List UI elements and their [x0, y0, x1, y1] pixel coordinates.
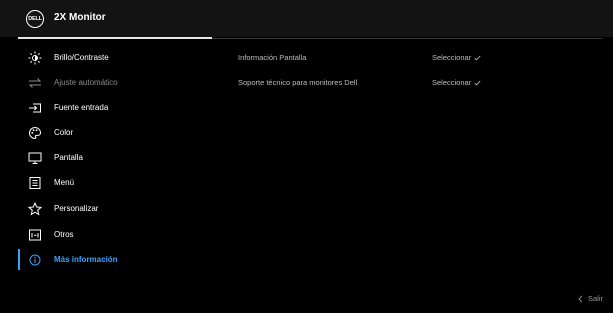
menu-item-label: Menú	[54, 178, 75, 187]
detail-row-dell-support[interactable]: Soporte técnico para monitores Dell Sele…	[238, 78, 588, 92]
menu-item-display[interactable]: Pantalla	[18, 145, 212, 170]
monitor-osd: DELL 2X Monitor Brillo/Contraste Ajuste …	[0, 0, 613, 313]
input-source-icon	[28, 101, 42, 115]
menu-icon	[28, 176, 42, 190]
exit-button[interactable]: Salir	[578, 294, 603, 303]
menu-item-color[interactable]: Color	[18, 120, 212, 145]
menu-item-label: Pantalla	[54, 153, 83, 162]
select-option[interactable]: Seleccionar	[432, 78, 481, 87]
menu-item-label: Ajuste automático	[54, 78, 118, 87]
menu-item-label: Fuente entrada	[54, 103, 109, 112]
menu-divider-active	[18, 37, 212, 39]
select-label: Seleccionar	[432, 53, 472, 62]
others-icon	[28, 228, 42, 242]
menu-item-label: Color	[54, 128, 74, 137]
menu-item-menu[interactable]: Menú	[18, 170, 212, 195]
checkmark-icon	[474, 55, 481, 60]
menu-item-label: Brillo/Contraste	[54, 53, 109, 62]
brightness-icon	[28, 51, 42, 65]
dell-logo: DELL	[26, 10, 44, 28]
exit-label: Salir	[587, 294, 603, 303]
content-divider	[212, 37, 602, 39]
checkmark-icon	[474, 80, 481, 85]
menu-item-personalize[interactable]: Personalizar	[18, 196, 212, 221]
menu-item-brightness-contrast[interactable]: Brillo/Contraste	[18, 45, 212, 70]
menu-item-auto-adjust[interactable]: Ajuste automático	[18, 70, 212, 95]
chevron-left-icon	[578, 294, 583, 303]
menu-item-others[interactable]: Otros	[18, 222, 212, 247]
auto-adjust-icon	[28, 76, 42, 90]
info-icon	[28, 253, 42, 267]
select-label: Seleccionar	[432, 78, 472, 87]
detail-label: Información Pantalla	[238, 53, 307, 62]
menu-item-label: Otros	[54, 230, 74, 239]
detail-row-display-info[interactable]: Información Pantalla Seleccionar	[238, 53, 588, 67]
menu-item-more-info[interactable]: Más información	[18, 247, 212, 272]
detail-label: Soporte técnico para monitores Dell	[238, 78, 358, 87]
menu-item-label: Personalizar	[54, 204, 99, 213]
select-option[interactable]: Seleccionar	[432, 53, 481, 62]
star-icon	[28, 201, 42, 216]
display-icon	[28, 151, 42, 165]
color-palette-icon	[28, 126, 42, 140]
menu-item-label: Más información	[54, 255, 118, 264]
osd-header: DELL 2X Monitor	[0, 0, 613, 37]
monitor-title: 2X Monitor	[54, 12, 106, 23]
menu-item-input-source[interactable]: Fuente entrada	[18, 95, 212, 120]
